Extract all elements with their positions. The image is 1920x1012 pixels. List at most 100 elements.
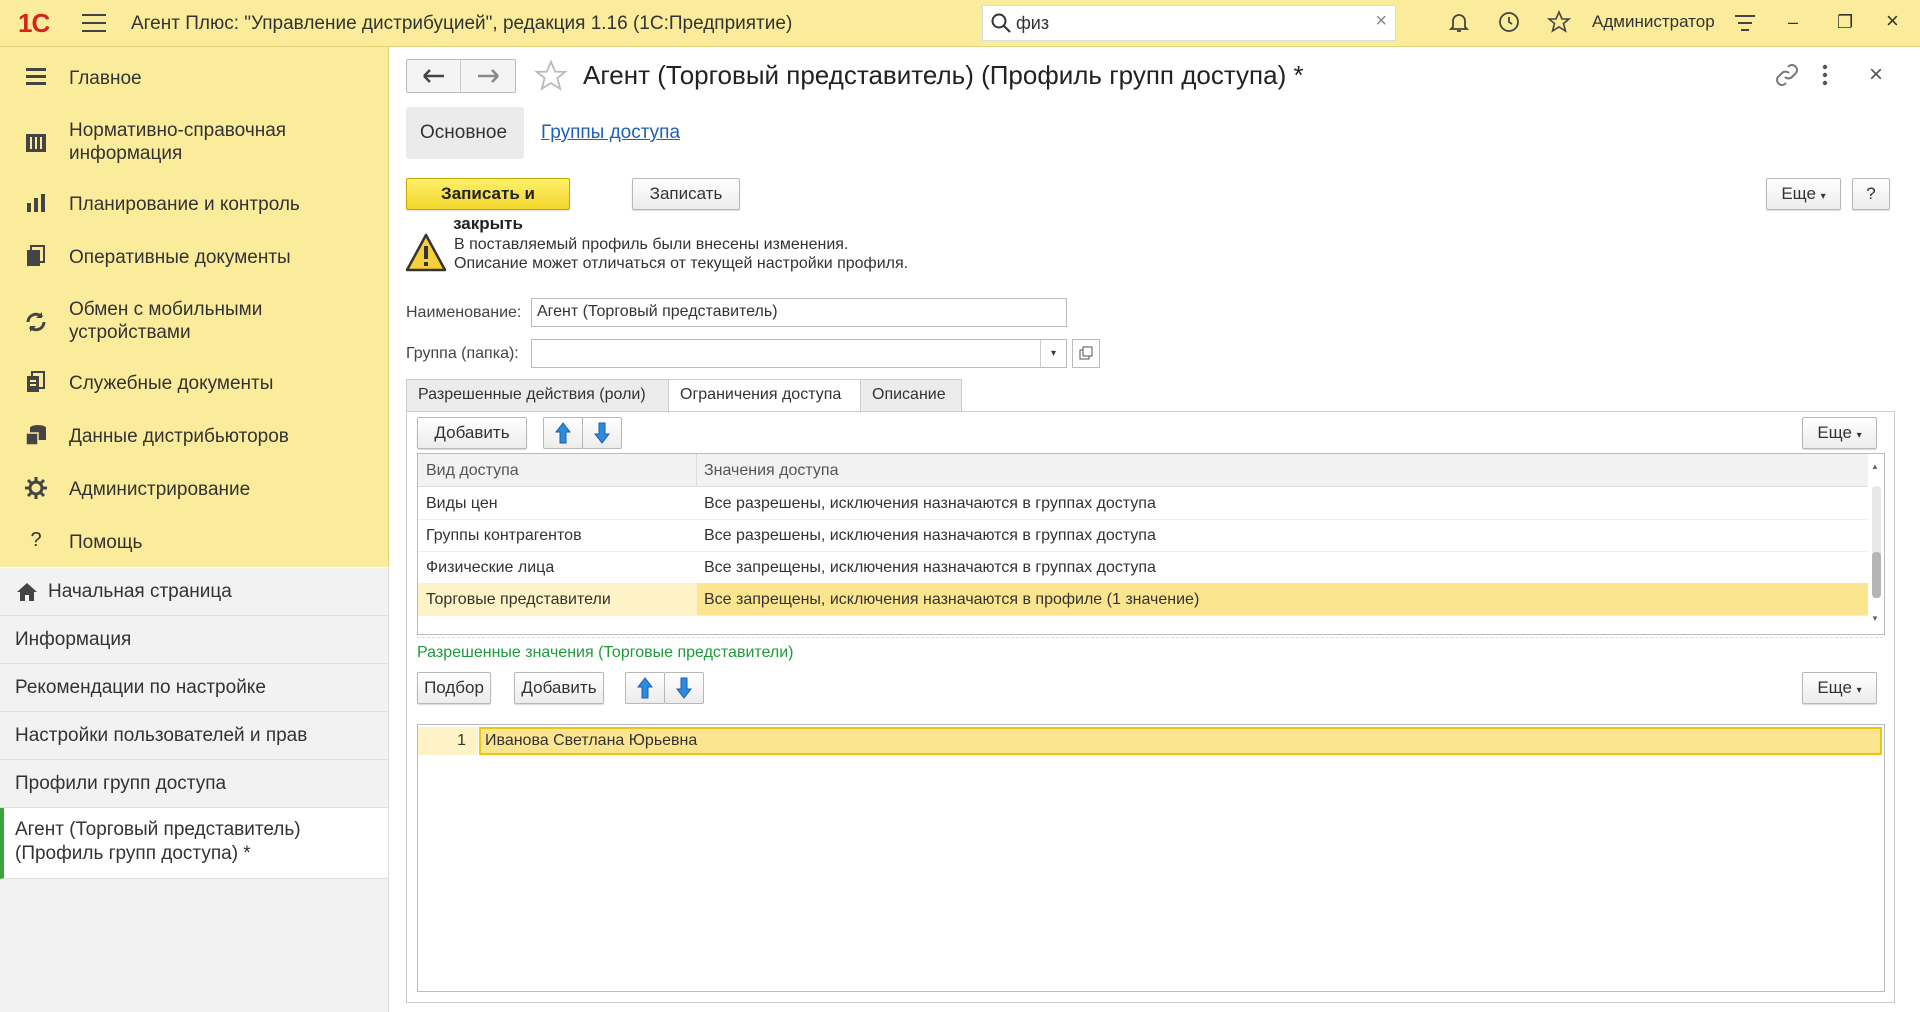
section-service-docs[interactable]: Служебные документы (0, 362, 388, 402)
arrow-up-icon (637, 677, 653, 699)
forward-button[interactable] (461, 60, 514, 92)
group-field[interactable]: ▾ (531, 339, 1067, 368)
sync-icon (26, 312, 46, 332)
menu-icon[interactable] (82, 14, 106, 32)
nav-access-profiles[interactable]: Профили групп доступа (0, 760, 388, 808)
nav-label: Агент (Торговый представитель) (Профиль … (15, 819, 301, 864)
table-row-selected[interactable]: 1 Иванова Светлана Юрьевна (418, 727, 1882, 755)
open-group-button[interactable] (1072, 339, 1100, 368)
move-down-button[interactable] (582, 417, 622, 449)
section-main[interactable]: Главное (0, 57, 388, 97)
pick-button[interactable]: Подбор (417, 672, 491, 704)
tab-label: Разрешенные действия (роли) (418, 386, 646, 403)
arrow-up-icon (555, 422, 571, 444)
nav-label: Настройки пользователей и прав (15, 725, 308, 746)
link-icon[interactable] (1775, 63, 1799, 87)
warning-icon (405, 233, 447, 272)
value-move-down-button[interactable] (664, 672, 704, 704)
section-reference[interactable]: Нормативно-справочная информация (0, 115, 388, 165)
section-planning[interactable]: Планирование и контроль (0, 183, 388, 223)
app-title: Агент Плюс: "Управление дистрибуцией", р… (131, 13, 793, 34)
more-label: Еще (1817, 423, 1852, 442)
tab-description[interactable]: Описание (860, 379, 962, 412)
access-value: Все разрешены, исключения назначаются в … (704, 495, 1156, 512)
access-value: Все запрещены, исключения назначаются в … (704, 591, 1200, 608)
add-access-kind-button[interactable]: Добавить (417, 417, 527, 449)
tab-roles[interactable]: Разрешенные действия (роли) (406, 379, 670, 412)
history-icon[interactable] (1497, 10, 1521, 34)
nav-home[interactable]: Начальная страница (0, 568, 388, 616)
table-row[interactable]: Группы контрагентов Все разрешены, исклю… (418, 519, 1868, 552)
scroll-down-icon[interactable]: ▼ (1871, 614, 1879, 623)
section-label: Планирование и контроль (69, 194, 300, 215)
section-administration[interactable]: Администрирование (0, 468, 388, 508)
help-button[interactable]: ? (1852, 178, 1890, 210)
section-operative-docs[interactable]: Оперативные документы (0, 236, 388, 276)
section-label: Служебные документы (69, 373, 274, 394)
values-more-button[interactable]: Еще ▾ (1802, 672, 1877, 704)
nav-label: Начальная страница (48, 581, 232, 602)
history-nav (406, 59, 516, 93)
chart-icon (27, 194, 45, 212)
home-icon (17, 583, 37, 601)
restore-icon[interactable]: ❐ (1837, 12, 1853, 33)
favorite-star-icon[interactable] (534, 59, 568, 93)
clear-icon[interactable]: × (1375, 10, 1387, 33)
search-input[interactable]: физ × (982, 5, 1396, 41)
star-icon[interactable] (1547, 10, 1571, 34)
app-logo: 1С (18, 8, 50, 38)
section-help[interactable]: ? Помощь (0, 521, 388, 561)
user-name[interactable]: Администратор (1592, 12, 1715, 32)
access-kind: Физические лица (426, 559, 555, 576)
close-icon[interactable]: × (1886, 8, 1899, 34)
section-label: Оперативные документы (69, 247, 291, 268)
section-distributors[interactable]: Данные дистрибьюторов (0, 415, 388, 455)
warning-line-1: В поставляемый профиль были внесены изме… (454, 236, 849, 253)
access-restrictions-panel: Добавить Еще ▾ Вид доступа Значения дост… (406, 411, 1895, 1003)
warning-text: В поставляемый профиль были внесены изме… (454, 235, 908, 273)
save-and-close-button[interactable]: Записать и закрыть (406, 178, 570, 233)
access-table: Вид доступа Значения доступа Виды цен Вс… (417, 453, 1885, 635)
section-mobile-exchange[interactable]: Обмен с мобильными устройствами (0, 294, 388, 344)
open-icon (1079, 346, 1093, 360)
close-form-icon[interactable]: × (1869, 61, 1883, 89)
tab-main[interactable]: Основное (406, 107, 524, 159)
allowed-value-cell[interactable]: Иванова Светлана Юрьевна (479, 727, 1882, 755)
nav-recommendations[interactable]: Рекомендации по настройке (0, 664, 388, 712)
access-value: Все запрещены, исключения назначаются в … (704, 559, 1156, 576)
more-vertical-icon[interactable] (1821, 63, 1829, 87)
table-row-selected[interactable]: Торговые представители Все запрещены, ис… (418, 583, 1868, 616)
value-move-up-button[interactable] (625, 672, 665, 704)
tab-access-restrictions[interactable]: Ограничения доступа (668, 379, 861, 413)
more-button[interactable]: Еще ▾ (1766, 178, 1841, 210)
arrow-down-icon (676, 677, 692, 699)
nav-label: Рекомендации по настройке (15, 677, 266, 698)
name-field[interactable]: Агент (Торговый представитель) (531, 298, 1067, 327)
move-up-button[interactable] (543, 417, 583, 449)
dropdown-icon: ▾ (1856, 430, 1862, 441)
tab-access-groups-link[interactable]: Группы доступа (541, 122, 680, 144)
allowed-values-title: Разрешенные значения (Торговые представи… (417, 644, 794, 661)
column-header-kind[interactable]: Вид доступа (426, 462, 519, 480)
access-more-button[interactable]: Еще ▾ (1802, 417, 1877, 449)
nav-label: Профили групп доступа (15, 773, 227, 794)
back-button[interactable] (407, 60, 461, 92)
chevron-down-icon[interactable]: ▾ (1040, 340, 1066, 367)
minimize-icon[interactable]: – (1788, 12, 1798, 33)
save-button[interactable]: Записать (632, 178, 740, 210)
nav-user-settings[interactable]: Настройки пользователей и прав (0, 712, 388, 760)
table-scrollbar[interactable]: ▲ ▼ (1868, 454, 1884, 634)
form-title: Агент (Торговый представитель) (Профиль … (583, 60, 1304, 90)
bell-icon[interactable] (1447, 10, 1471, 34)
table-row[interactable]: Виды цен Все разрешены, исключения назна… (418, 487, 1868, 520)
settings-icon[interactable] (1733, 13, 1757, 33)
column-header-values[interactable]: Значения доступа (704, 462, 838, 480)
nav-current-form[interactable]: Агент (Торговый представитель) (Профиль … (0, 808, 388, 879)
search-value: физ (1016, 13, 1050, 33)
add-value-button[interactable]: Добавить (514, 672, 604, 704)
scroll-up-icon[interactable]: ▲ (1871, 462, 1879, 471)
nav-label: Информация (15, 629, 132, 650)
access-kind: Торговые представители (426, 591, 611, 608)
table-row[interactable]: Физические лица Все запрещены, исключени… (418, 551, 1868, 584)
nav-information[interactable]: Информация (0, 616, 388, 664)
